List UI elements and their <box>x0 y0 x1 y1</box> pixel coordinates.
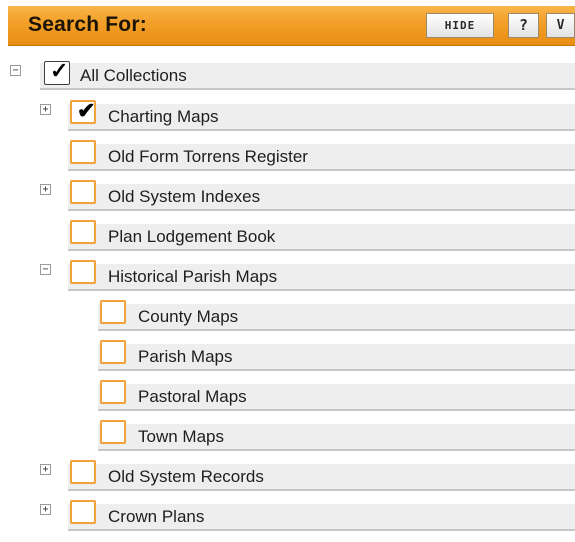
tree-row-pastoral-maps: Pastoral Maps <box>10 379 575 413</box>
checkbox-town-maps[interactable] <box>100 420 126 444</box>
checkmark-icon: ✔ <box>77 98 96 123</box>
checkbox-old-system-records[interactable] <box>70 460 96 484</box>
tree-row-crown-plans: + Crown Plans <box>10 499 575 533</box>
panel-title: Search For: <box>28 13 147 36</box>
label-town-maps: Town Maps <box>138 427 224 446</box>
hide-button[interactable]: HIDE <box>426 13 494 38</box>
expand-icon[interactable]: + <box>40 464 51 475</box>
panel-header: Search For: HIDE ? V <box>8 6 575 46</box>
tree-row-all-collections: − ✓ All Collections <box>10 58 575 92</box>
label-pastoral-maps: Pastoral Maps <box>138 387 247 406</box>
label-old-system-indexes: Old System Indexes <box>108 187 261 206</box>
tree-row-county-maps: County Maps <box>10 299 575 333</box>
checkbox-pastoral-maps[interactable] <box>100 380 126 404</box>
tree-row-historical-parish-maps: − Historical Parish Maps <box>10 259 575 293</box>
checkbox-parish-maps[interactable] <box>100 340 126 364</box>
tree-row-plan-lodgement-book: Plan Lodgement Book <box>10 219 575 253</box>
expand-icon[interactable]: + <box>40 184 51 195</box>
label-old-system-records: Old System Records <box>108 467 264 486</box>
label-historical-parish-maps: Historical Parish Maps <box>108 267 278 286</box>
chevron-down-icon[interactable]: V <box>546 13 575 38</box>
checkbox-plan-lodgement-book[interactable] <box>70 220 96 244</box>
tree-row-parish-maps: Parish Maps <box>10 339 575 373</box>
label-old-form-torrens-register: Old Form Torrens Register <box>108 147 308 166</box>
expand-icon[interactable]: + <box>40 104 51 115</box>
label-county-maps: County Maps <box>138 307 239 326</box>
tree-row-old-form-torrens-register: Old Form Torrens Register <box>10 139 575 173</box>
tree-row-old-system-records: + Old System Records <box>10 459 575 493</box>
label-all-collections: All Collections <box>80 66 187 85</box>
label-plan-lodgement-book: Plan Lodgement Book <box>108 227 276 246</box>
checkbox-crown-plans[interactable] <box>70 500 96 524</box>
help-button[interactable]: ? <box>508 13 539 38</box>
tree-row-town-maps: Town Maps <box>10 419 575 453</box>
tree-row-old-system-indexes: + Old System Indexes <box>10 179 575 213</box>
collapse-icon[interactable]: − <box>40 264 51 275</box>
checkbox-all-collections[interactable]: ✓ <box>44 58 70 85</box>
checkbox-old-form-torrens-register[interactable] <box>70 140 96 164</box>
search-for-panel: Search For: HIDE ? V − ✓ All Collections… <box>0 0 575 542</box>
checkbox-county-maps[interactable] <box>100 300 126 324</box>
collapse-icon[interactable]: − <box>10 65 21 76</box>
checkbox-historical-parish-maps[interactable] <box>70 260 96 284</box>
expand-icon[interactable]: + <box>40 504 51 515</box>
checkbox-charting-maps[interactable]: ✔ <box>70 98 96 124</box>
checkmark-icon: ✓ <box>50 58 69 83</box>
label-parish-maps: Parish Maps <box>138 347 233 366</box>
label-crown-plans: Crown Plans <box>108 507 205 526</box>
checkbox-old-system-indexes[interactable] <box>70 180 96 204</box>
tree-row-charting-maps: + ✔ Charting Maps <box>10 98 575 133</box>
label-charting-maps: Charting Maps <box>108 107 219 126</box>
